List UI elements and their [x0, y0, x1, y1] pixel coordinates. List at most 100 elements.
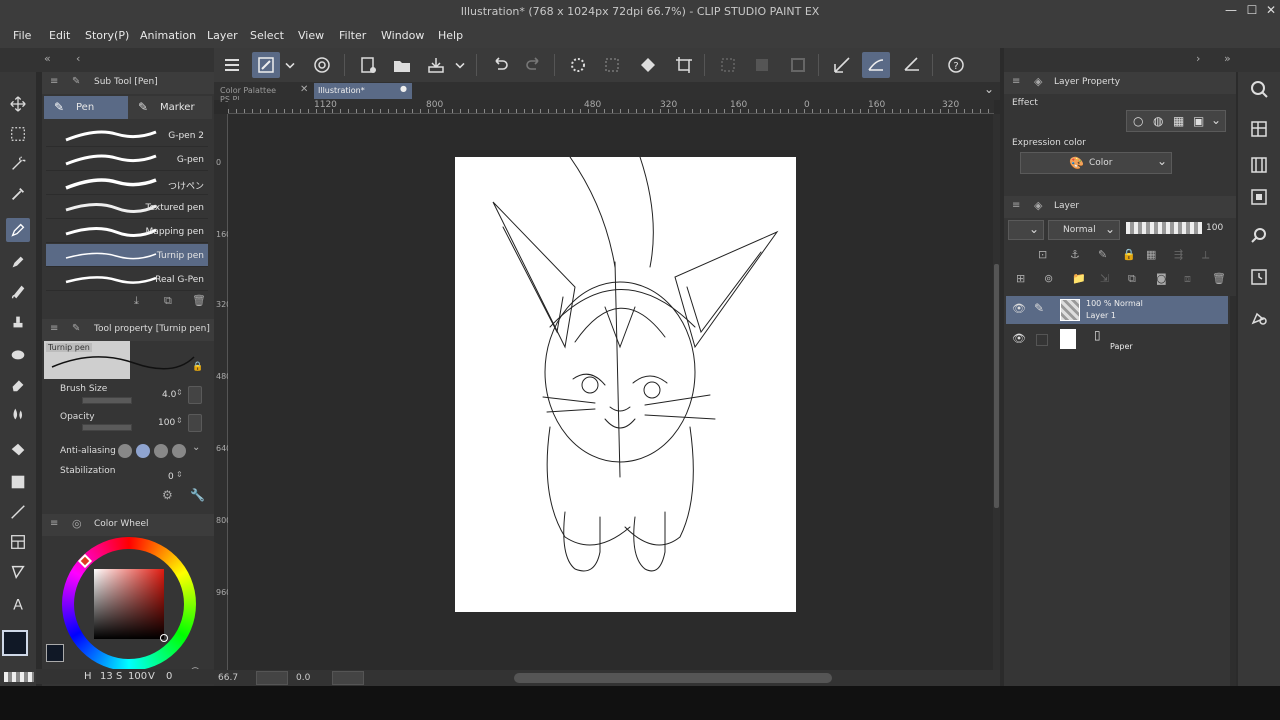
layer-opacity-value[interactable]: 100 — [1206, 223, 1223, 233]
clear-icon[interactable] — [598, 52, 626, 78]
lock-icon[interactable]: 🔒 — [192, 362, 203, 372]
saturation-value-square[interactable] — [94, 569, 164, 639]
tab-illustration[interactable]: Illustration* — [314, 83, 412, 99]
layer-mask-icon[interactable]: ◙ — [1156, 272, 1167, 285]
figure-icon[interactable] — [6, 500, 30, 524]
panel-menu-icon[interactable]: ≡ — [50, 323, 58, 334]
selection-border-icon[interactable] — [784, 52, 812, 78]
combine-icon[interactable]: ⧉ — [1128, 272, 1136, 286]
scroll-thumb[interactable] — [994, 264, 999, 508]
brush-item-real-gpen[interactable]: Real G-Pen — [46, 268, 208, 291]
panel-menu-icon[interactable]: ≡ — [1012, 76, 1020, 87]
zoom-slider[interactable] — [256, 671, 288, 685]
menu-animation[interactable]: Animation — [140, 29, 196, 42]
tab-pen[interactable]: ✎ Pen — [44, 96, 128, 119]
brush-item-turnip-pen[interactable]: Turnip pen — [46, 244, 208, 267]
chevron-right-icon[interactable]: › — [1196, 52, 1200, 65]
eyedropper-icon[interactable] — [6, 182, 30, 206]
blend-icon[interactable] — [6, 402, 30, 426]
auto-action-icon[interactable] — [1246, 304, 1272, 330]
expression-color-select[interactable]: 🎨 Color ⌄ — [1020, 152, 1172, 174]
horizontal-scroll-thumb[interactable] — [514, 673, 832, 683]
new-file-icon[interactable] — [354, 52, 382, 78]
opacity-slider[interactable] — [82, 424, 132, 431]
mask-icon[interactable]: ⇶ — [1174, 248, 1183, 261]
save-icon[interactable] — [422, 52, 450, 78]
collapse-right-icon[interactable]: » — [1224, 52, 1231, 65]
opacity-lock-icon[interactable] — [188, 414, 202, 432]
layer-row-paper[interactable]: 👁 ▯ Paper — [1006, 326, 1228, 354]
menu-select[interactable]: Select — [250, 29, 284, 42]
anti-aliasing-medium[interactable] — [154, 444, 168, 458]
brush-item-mapping-pen[interactable]: Mapping pen — [46, 220, 208, 243]
ruler-snap-icon[interactable] — [828, 52, 856, 78]
menu-icon[interactable] — [218, 52, 246, 78]
search-layer-icon[interactable] — [1246, 222, 1272, 248]
pen-icon[interactable] — [6, 218, 30, 242]
panel-menu-icon[interactable]: ≡ — [50, 76, 58, 87]
menu-edit[interactable]: Edit — [49, 29, 70, 42]
stepper-icon[interactable]: ⇕ — [176, 470, 183, 479]
layer-row-layer1[interactable]: 👁 ✎ 100 % Normal Layer 1 — [1006, 296, 1228, 324]
layer-color-select[interactable]: ⌄ — [1008, 220, 1044, 240]
material-icon[interactable] — [1246, 116, 1272, 142]
brush-item-gpen2[interactable]: G-pen 2 — [46, 124, 208, 147]
brush-item-tsukepen[interactable]: つけペン — [46, 172, 208, 195]
new-raster-layer-icon[interactable]: ⊞ — [1016, 272, 1025, 285]
draft-icon[interactable]: ✎ — [1098, 248, 1107, 261]
menu-layer[interactable]: Layer — [207, 29, 238, 42]
panel-menu-icon[interactable]: ≡ — [1012, 200, 1020, 211]
layer-scrollbar[interactable] — [1230, 296, 1236, 686]
menu-help[interactable]: Help — [438, 29, 463, 42]
redo-icon[interactable] — [520, 52, 548, 78]
spiral-icon[interactable] — [308, 52, 336, 78]
brush-item-gpen[interactable]: G-pen — [46, 148, 208, 171]
menu-window[interactable]: Window — [381, 29, 424, 42]
panel-menu-icon[interactable]: ≡ — [50, 518, 58, 529]
new-vector-layer-icon[interactable]: ⊚ — [1044, 272, 1053, 285]
close-icon[interactable]: ✕ — [300, 84, 308, 95]
clip-icon[interactable]: ⊡ — [1038, 248, 1047, 261]
special-ruler-snap-icon[interactable] — [862, 52, 890, 78]
collapse-left-icon[interactable]: « — [44, 52, 51, 65]
item-bank-icon[interactable] — [1246, 184, 1272, 210]
decoration-icon[interactable] — [6, 342, 30, 366]
menu-file[interactable]: File — [13, 29, 31, 42]
brush-icon[interactable] — [6, 280, 30, 304]
selection-invert-icon[interactable] — [748, 52, 776, 78]
pencil-icon[interactable] — [6, 250, 30, 274]
watercolor-effect-icon[interactable]: ◍ — [1153, 114, 1163, 128]
chevron-down-icon[interactable] — [452, 52, 468, 78]
stabilization-value[interactable]: 0 — [168, 472, 174, 482]
timeline-icon[interactable] — [1246, 152, 1272, 178]
trash-icon[interactable]: 🗑 — [1212, 272, 1226, 285]
pen-mode-icon[interactable] — [252, 52, 280, 78]
stepper-icon[interactable]: ⇕ — [176, 416, 183, 425]
chevron-down-icon[interactable]: ⌄ — [192, 442, 200, 453]
ruler-icon[interactable]: ⟂ — [1202, 248, 1209, 262]
wrench-icon[interactable]: 🔧 — [190, 488, 205, 502]
grid-snap-icon[interactable] — [898, 52, 926, 78]
reference-icon[interactable]: ⚓ — [1070, 248, 1080, 261]
lock-icon[interactable]: 🔒 — [1122, 248, 1136, 261]
new-folder-icon[interactable]: 📁 — [1072, 272, 1086, 285]
tone-effect-icon[interactable]: ▦ — [1173, 114, 1184, 128]
chevron-down-icon[interactable]: ⌄ — [984, 82, 994, 96]
fill-bucket-icon[interactable] — [6, 438, 30, 462]
eye-icon[interactable]: 👁 — [1012, 302, 1026, 315]
pen-edit-icon[interactable]: ✎ — [1034, 301, 1044, 315]
menu-view[interactable]: View — [298, 29, 324, 42]
eye-icon[interactable]: 👁 — [1012, 332, 1026, 345]
main-color-mini[interactable] — [46, 644, 64, 662]
eraser-icon[interactable] — [6, 372, 30, 396]
settings-icon[interactable]: ⚙ — [162, 488, 173, 502]
navigator-icon[interactable] — [1246, 76, 1272, 102]
close-icon[interactable]: ✕ — [1262, 3, 1280, 21]
maximize-icon[interactable]: ☐ — [1243, 3, 1261, 21]
anti-aliasing-none[interactable] — [118, 444, 132, 458]
edit-target-checkbox[interactable] — [1036, 334, 1048, 346]
brush-size-slider[interactable] — [82, 397, 132, 404]
trash-icon[interactable]: 🗑 — [192, 294, 206, 307]
rotate-slider[interactable] — [332, 671, 364, 685]
main-color-swatch[interactable] — [2, 630, 28, 656]
